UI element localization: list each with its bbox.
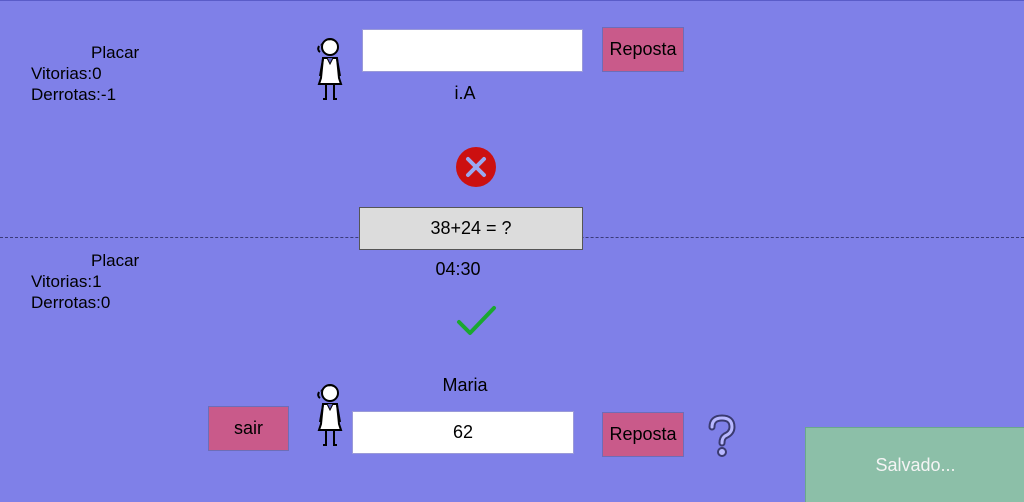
- wrong-cross-icon: [455, 146, 497, 188]
- player-name: Maria: [442, 375, 488, 395]
- save-status-panel: Salvado...: [805, 427, 1024, 502]
- exit-button[interactable]: sair: [208, 406, 289, 451]
- player-losses: Derrotas:0: [31, 293, 111, 312]
- player-scoreboard: Placar Vitorias:1 Derrotas:0: [31, 250, 139, 313]
- opponent-avatar-icon: [314, 34, 346, 102]
- timer: 04:30: [435, 259, 481, 279]
- player-answer-button[interactable]: Reposta: [602, 412, 684, 457]
- player-answer-field[interactable]: 62: [352, 411, 574, 454]
- player-score-title: Placar: [91, 251, 140, 270]
- player-wins: Vitorias:1: [31, 272, 102, 291]
- opponent-name: i.A: [454, 83, 476, 103]
- opponent-answer-button[interactable]: Reposta: [602, 27, 684, 72]
- opponent-scoreboard: Placar Vitorias:0 Derrotas:-1: [31, 42, 139, 105]
- player-avatar-icon: [314, 380, 346, 448]
- question-box: 38+24 = ?: [359, 207, 583, 250]
- window-top-border: [0, 0, 1024, 1]
- question-mark-icon[interactable]: [706, 414, 738, 458]
- opponent-losses: Derrotas:-1: [31, 85, 117, 104]
- correct-check-icon: [454, 302, 498, 340]
- opponent-answer-field[interactable]: [362, 29, 583, 72]
- opponent-score-title: Placar: [91, 43, 140, 62]
- opponent-wins: Vitorias:0: [31, 64, 102, 83]
